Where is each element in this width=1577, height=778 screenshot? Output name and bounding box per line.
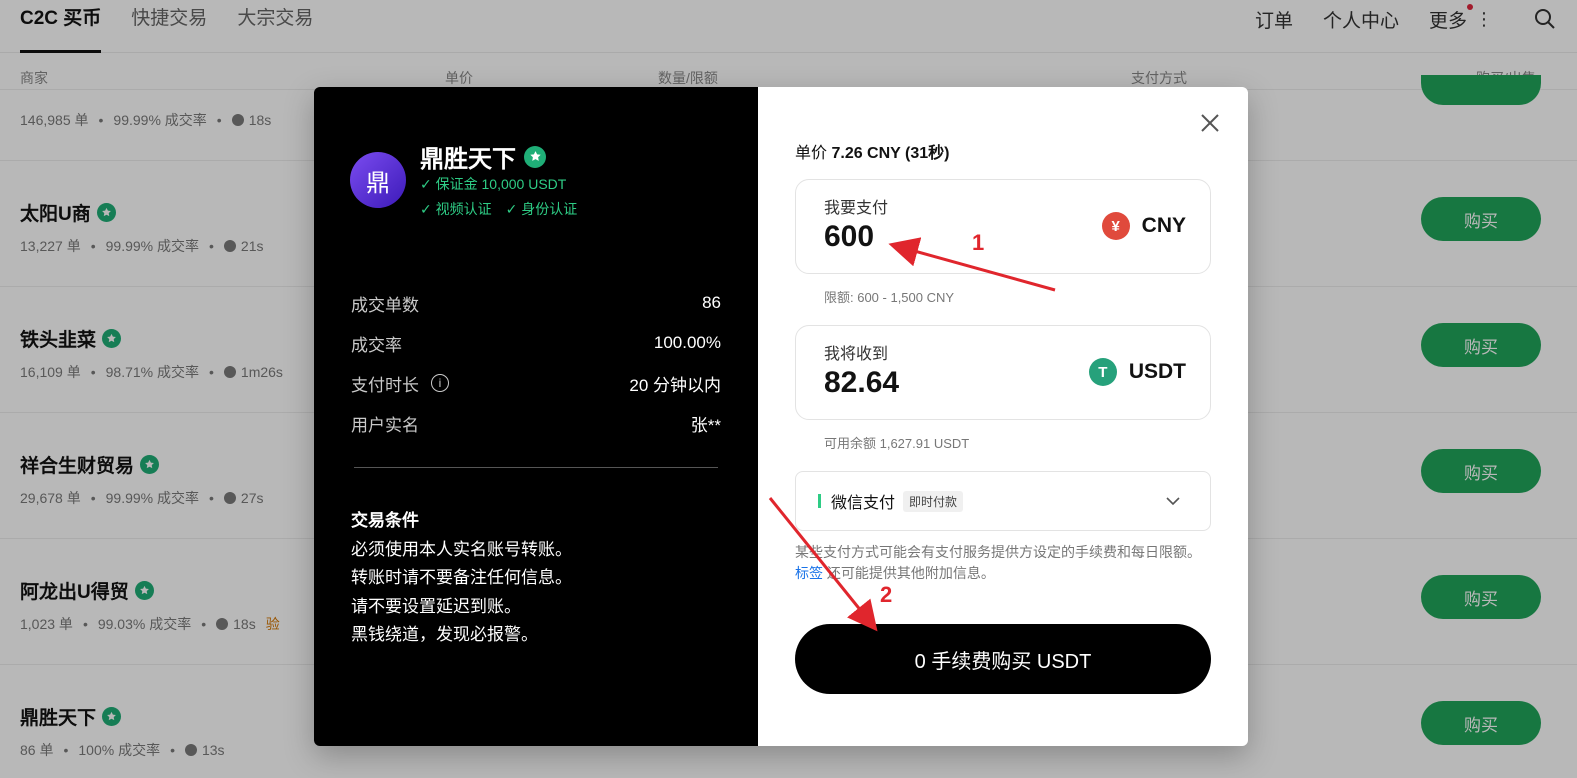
tag-link[interactable]: 标签 (795, 565, 823, 581)
pay-currency: ¥ CNY (1101, 212, 1186, 240)
receive-currency: T USDT (1088, 358, 1186, 386)
unit-price: 单价 7.26 CNY (31秒) (795, 145, 950, 162)
chevron-down-icon (1166, 497, 1180, 506)
stat-row: 成交率 100.00% (351, 333, 721, 355)
terms-line: 黑钱绕道，发现必报警。 (351, 625, 538, 644)
order-panel: 单价 7.26 CNY (31秒) 我要支付 600 ¥ CNY 限额: 600 … (758, 87, 1248, 746)
receive-label: 我将收到 (824, 346, 889, 363)
avatar: 鼎 (350, 152, 406, 208)
merchant-stats: 成交单数 86 成交率 100.00% 支付时长 i 20 分钟以内 用户实名 张** (351, 283, 721, 443)
terms-title: 交易条件 (351, 511, 419, 530)
verified-icon (524, 145, 546, 168)
close-icon[interactable] (1198, 111, 1222, 135)
payment-method-select[interactable]: 微信支付 即时付款 (795, 471, 1211, 531)
terms-line: 必须使用本人实名账号转账。 (351, 539, 572, 559)
pay-limit-hint: 限额: 600 - 1,500 CNY (824, 290, 955, 305)
available-balance-hint: 可用余额 1,627.91 USDT (824, 436, 970, 451)
stat-row: 成交单数 86 (351, 293, 721, 315)
cny-icon: ¥ (1101, 212, 1130, 240)
merchant-name: 鼎胜天下 (420, 139, 546, 174)
usdt-icon: T (1088, 358, 1117, 386)
pay-amount-field[interactable]: 我要支付 600 ¥ CNY (795, 179, 1211, 274)
video-cert: ✓ 视频认证 (420, 201, 492, 217)
payment-method-name: 微信支付 (831, 495, 896, 512)
receive-amount-field[interactable]: 我将收到 82.64 T USDT (795, 325, 1211, 420)
payment-indicator (818, 494, 821, 508)
trade-terms: 交易条件 必须使用本人实名账号转账。 转账时请不要备注任何信息。 请不要设置延迟… (351, 507, 572, 650)
divider (354, 467, 718, 468)
buy-usdt-button[interactable]: 0 手续费购买 USDT (795, 624, 1211, 694)
pay-label: 我要支付 (824, 200, 889, 217)
buy-modal: 鼎 鼎胜天下 ✓ 保证金 10,000 USDT ✓ 视频认证 ✓ 身份认证 成交… (314, 87, 1248, 746)
stat-row: 用户实名 张** (351, 415, 721, 435)
payment-note: 某些支付方式可能会有支付服务提供方设定的手续费和每日限额。标签 还可能提供其他附… (795, 544, 1201, 581)
pay-amount-input[interactable]: 600 (824, 220, 874, 254)
terms-line: 请不要设置延迟到账。 (351, 596, 521, 616)
id-cert: ✓ 身份认证 (505, 201, 578, 217)
stat-row: 支付时长 i 20 分钟以内 (351, 374, 721, 395)
terms-line: 转账时请不要备注任何信息。 (351, 568, 572, 587)
receive-amount-input[interactable]: 82.64 (824, 366, 899, 400)
verification-certs: ✓ 视频认证 ✓ 身份认证 (420, 199, 591, 219)
payment-method-tag: 即时付款 (903, 490, 964, 512)
deposit-cert: ✓ 保证金 10,000 USDT (420, 176, 567, 192)
merchant-panel: 鼎 鼎胜天下 ✓ 保证金 10,000 USDT ✓ 视频认证 ✓ 身份认证 成交… (314, 87, 758, 746)
info-icon[interactable]: i (431, 374, 449, 392)
